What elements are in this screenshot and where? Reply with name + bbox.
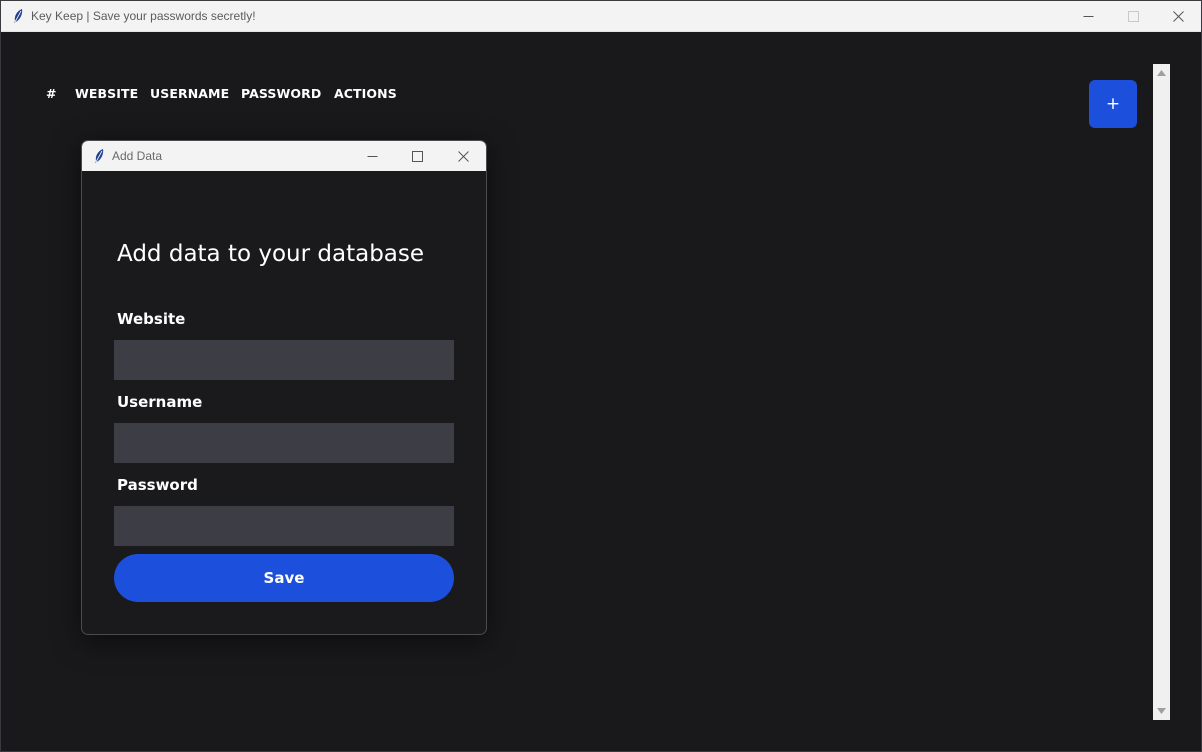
minimize-icon	[1083, 16, 1093, 17]
dialog-heading: Add data to your database	[117, 241, 425, 267]
minimize-icon	[367, 155, 378, 157]
password-label: Password	[117, 476, 198, 494]
vertical-scrollbar[interactable]	[1153, 64, 1170, 720]
column-header-actions: ACTIONS	[334, 85, 397, 101]
triangle-up-icon	[1157, 70, 1166, 76]
window-title: Key Keep | Save your passwords secretly!	[31, 9, 256, 23]
scroll-down-arrow[interactable]	[1153, 704, 1170, 718]
table-header: # WEBSITE USERNAME PASSWORD ACTIONS	[46, 84, 397, 102]
dialog-close-button[interactable]	[441, 141, 486, 171]
scroll-up-arrow[interactable]	[1153, 66, 1170, 80]
feather-icon	[11, 8, 25, 24]
dialog-maximize-button[interactable]	[395, 141, 440, 171]
username-label: Username	[117, 393, 203, 411]
add-entry-button[interactable]: +	[1089, 80, 1137, 128]
triangle-down-icon	[1157, 708, 1166, 714]
close-button[interactable]	[1155, 1, 1201, 32]
save-button[interactable]: Save	[114, 554, 454, 602]
close-icon	[458, 150, 469, 162]
username-input[interactable]	[114, 423, 454, 463]
column-header-username: USERNAME	[150, 85, 230, 101]
column-header-password: PASSWORD	[241, 85, 322, 101]
feather-icon	[92, 148, 106, 164]
maximize-button[interactable]	[1110, 1, 1156, 32]
website-label: Website	[117, 310, 186, 328]
main-titlebar[interactable]: Key Keep | Save your passwords secretly!	[1, 1, 1201, 32]
plus-icon: +	[1105, 94, 1121, 114]
dialog-minimize-button[interactable]	[350, 141, 395, 171]
dialog-titlebar[interactable]: Add Data	[82, 141, 486, 171]
column-header-website: WEBSITE	[75, 85, 139, 101]
column-header-index: #	[46, 85, 57, 101]
password-input[interactable]	[114, 506, 454, 546]
website-input[interactable]	[114, 340, 454, 380]
dialog-title: Add Data	[112, 149, 163, 163]
close-icon	[1172, 11, 1184, 22]
maximize-icon	[412, 150, 423, 162]
minimize-button[interactable]	[1065, 1, 1111, 32]
add-data-dialog: Add Data Add data to your database Websi…	[81, 140, 487, 635]
maximize-icon	[1127, 11, 1139, 22]
